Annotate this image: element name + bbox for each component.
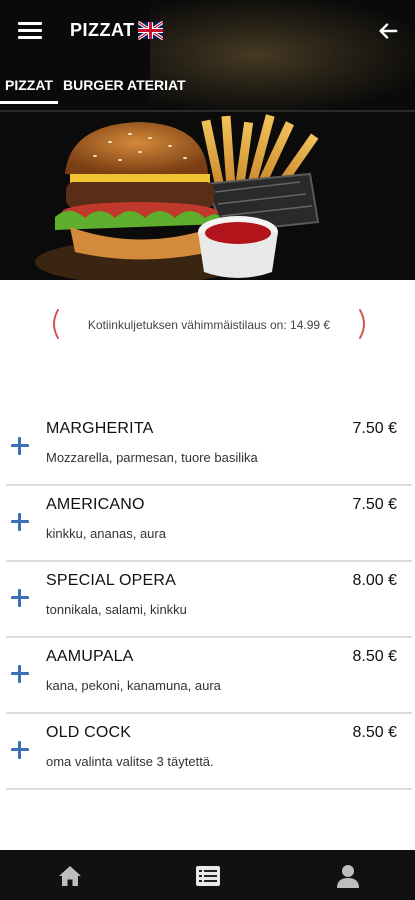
- min-order-text: Kotiinkuljetuksen vähimmäistilaus on: 14…: [87, 318, 331, 332]
- item-name: OLD COCK: [46, 724, 132, 741]
- item-description: Mozzarella, parmesan, tuore basilika: [46, 450, 258, 465]
- right-bracket-icon: [359, 309, 365, 339]
- list-item[interactable]: AAMUPALA kana, pekoni, kanamuna, aura 8.…: [6, 638, 412, 714]
- item-description: oma valinta valitse 3 täytettä.: [46, 754, 214, 769]
- tab-pizzat[interactable]: PIZZAT: [0, 72, 58, 104]
- hamburger-menu-icon[interactable]: [18, 22, 42, 42]
- list-item[interactable]: AMERICANO kinkku, ananas, aura 7.50 €: [6, 486, 412, 562]
- add-plus-icon[interactable]: [9, 587, 31, 609]
- item-name: AAMUPALA: [46, 648, 134, 665]
- min-order-notice: Kotiinkuljetuksen vähimmäistilaus on: 14…: [48, 309, 370, 339]
- home-icon[interactable]: [57, 863, 83, 889]
- item-name: AMERICANO: [46, 496, 145, 513]
- item-price: 7.50 €: [352, 420, 397, 437]
- tab-burger-ateriat[interactable]: BURGER ATERIAT: [58, 72, 191, 104]
- item-name: SPECIAL OPERA: [46, 572, 177, 589]
- category-tabs: PIZZAT BURGER ATERIAT: [0, 72, 191, 106]
- add-plus-icon[interactable]: [9, 435, 31, 457]
- header-hero: PIZZAT PIZZAT BURGER ATERIAT: [0, 0, 415, 280]
- item-name: MARGHERITA: [46, 420, 154, 437]
- uk-flag-icon[interactable]: [138, 21, 163, 40]
- menu-list-icon[interactable]: [195, 863, 221, 889]
- left-bracket-icon: [53, 309, 59, 339]
- item-price: 8.50 €: [352, 724, 397, 741]
- page-title: PIZZAT: [70, 20, 135, 40]
- list-item[interactable]: SPECIAL OPERA tonnikala, salami, kinkku …: [6, 562, 412, 638]
- item-description: kinkku, ananas, aura: [46, 526, 166, 541]
- pizza-menu-list: MARGHERITA Mozzarella, parmesan, tuore b…: [0, 410, 415, 790]
- item-price: 7.50 €: [352, 496, 397, 513]
- item-price: 8.50 €: [352, 648, 397, 665]
- item-price: 8.00 €: [352, 572, 397, 589]
- burger-fries-image: [0, 112, 415, 280]
- add-plus-icon[interactable]: [9, 739, 31, 761]
- item-description: tonnikala, salami, kinkku: [46, 602, 187, 617]
- list-item[interactable]: MARGHERITA Mozzarella, parmesan, tuore b…: [6, 410, 412, 486]
- user-icon[interactable]: [335, 863, 361, 889]
- item-description: kana, pekoni, kanamuna, aura: [46, 678, 221, 693]
- list-item[interactable]: OLD COCK oma valinta valitse 3 täytettä.…: [6, 714, 412, 790]
- add-plus-icon[interactable]: [9, 511, 31, 533]
- back-arrow-icon[interactable]: [377, 20, 399, 42]
- bottom-navigation: [0, 850, 415, 900]
- add-plus-icon[interactable]: [9, 663, 31, 685]
